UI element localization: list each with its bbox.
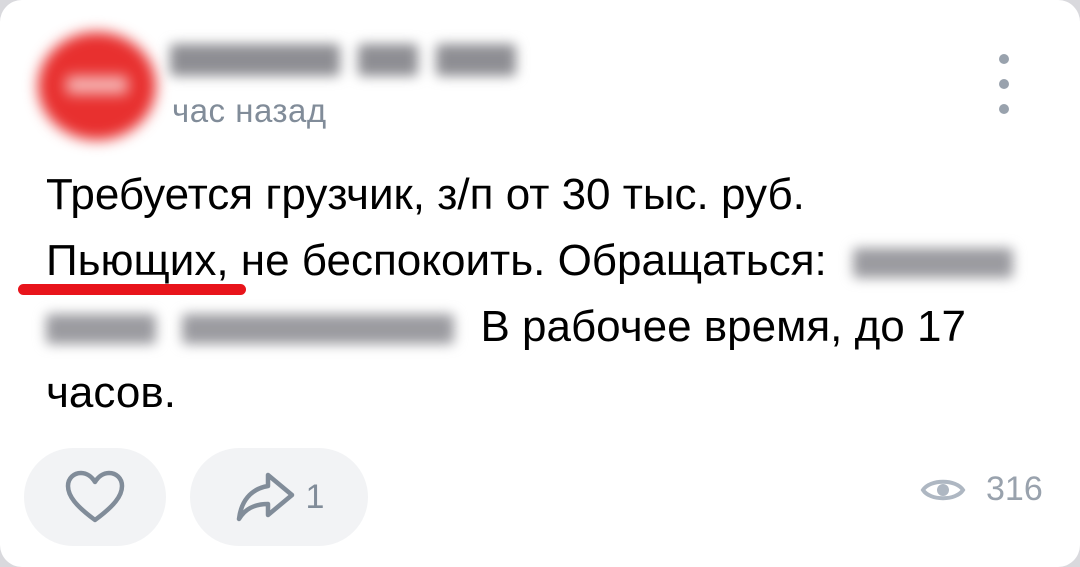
redacted-block — [170, 44, 340, 76]
share-arrow-icon — [236, 472, 294, 522]
share-button[interactable]: 1 — [190, 448, 368, 546]
author-name-redacted[interactable] — [170, 36, 550, 84]
post-card: час назад Требуется грузчик, з/п от 30 т… — [0, 0, 1080, 567]
post-text-line-1: Требуется грузчик, з/п от 30 тыс. руб. — [46, 170, 805, 219]
red-underline-annotation — [18, 284, 246, 295]
avatar-logo-mark — [66, 76, 128, 94]
avatar[interactable] — [38, 32, 156, 140]
redacted-contact — [46, 314, 156, 345]
heart-icon — [65, 470, 125, 523]
post-text-line-2-content: Пьющих, не беспокоить. Обращаться: — [46, 236, 827, 285]
more-vertical-icon — [999, 104, 1009, 114]
post-text-line-3: В рабочее время, до 17 — [46, 294, 1046, 360]
redacted-contact — [853, 248, 1013, 279]
more-vertical-icon — [999, 79, 1009, 89]
more-options-button[interactable] — [988, 54, 1020, 114]
eye-icon — [920, 479, 966, 500]
views-counter: 316 — [920, 470, 1043, 509]
redacted-contact — [182, 314, 455, 345]
views-count: 316 — [986, 470, 1043, 508]
post-text-line-3-content: В рабочее время, до 17 — [480, 302, 966, 351]
post-timestamp: час назад — [172, 92, 327, 129]
share-count: 1 — [305, 477, 325, 516]
redacted-block — [436, 44, 516, 76]
redacted-block — [358, 44, 418, 76]
more-vertical-icon — [999, 54, 1009, 64]
post-text-line-4: часов. — [46, 368, 176, 417]
like-button[interactable] — [24, 448, 166, 546]
